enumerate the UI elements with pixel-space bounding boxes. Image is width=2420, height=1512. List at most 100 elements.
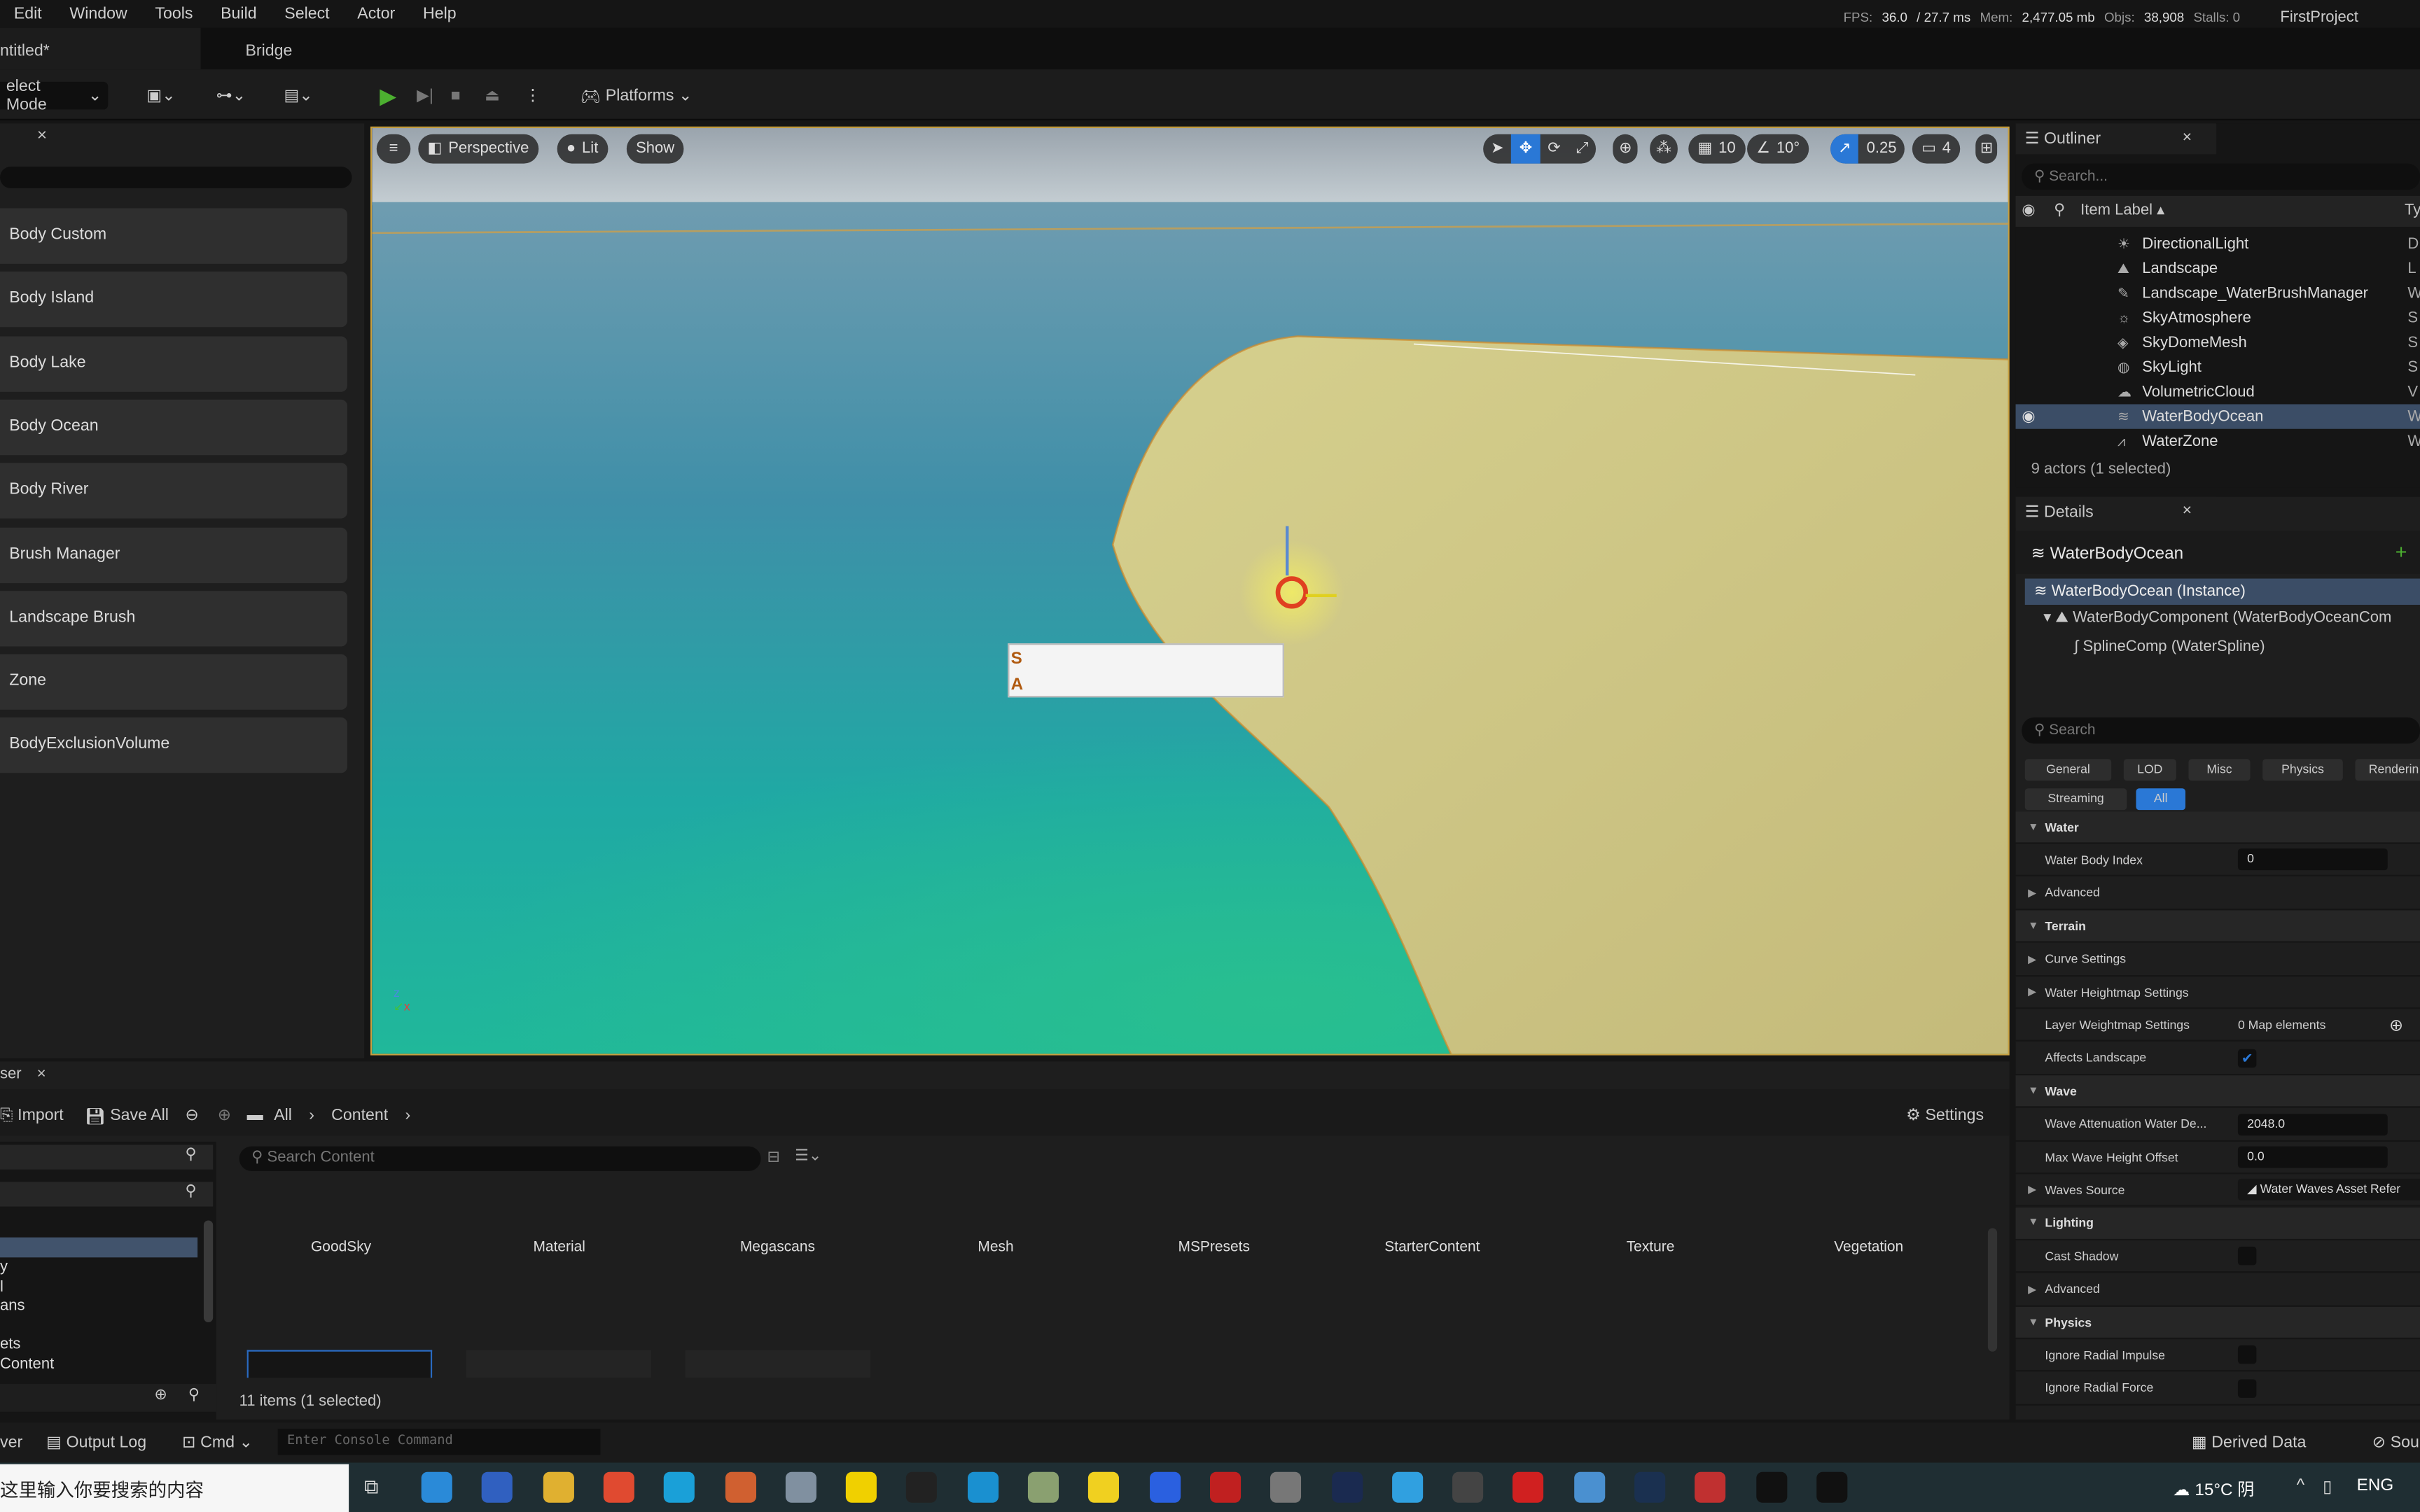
property-checkbox[interactable] (2237, 1379, 2257, 1398)
app-icon[interactable] (846, 1471, 877, 1503)
chrome-icon[interactable] (603, 1471, 634, 1503)
filter-icon[interactable]: ☰⌄ (795, 1148, 821, 1165)
property-row[interactable]: ▶ Curve Settings (2015, 944, 2420, 976)
play-button[interactable]: ▶ (380, 82, 396, 110)
app-icon[interactable] (1270, 1471, 1302, 1503)
asset-tile[interactable] (685, 1350, 871, 1378)
menu-build[interactable]: Build (207, 0, 270, 28)
outliner-row[interactable]: ✎ Landscape_WaterBrushManager W (2016, 281, 2420, 305)
app-icon[interactable] (1088, 1471, 1120, 1503)
asset-tile[interactable] (466, 1350, 652, 1378)
property-section[interactable]: ▼ Physics (2015, 1306, 2420, 1340)
word-icon[interactable] (1149, 1471, 1181, 1503)
folder-tile[interactable]: Mesh (888, 1239, 1104, 1256)
menu-select[interactable]: Select (270, 0, 343, 28)
rotate-icon[interactable]: ⟳ (1540, 141, 1569, 158)
select-icon[interactable]: ➤ (1483, 141, 1512, 158)
blueprint-button[interactable]: ⊶⌄ (216, 82, 246, 110)
folder-tile[interactable]: Texture (1543, 1239, 1759, 1256)
component-water-body[interactable]: ▾ ⛰ WaterBodyComponent (WaterBodyOceanCo… (2043, 610, 2391, 626)
triangle-down-icon[interactable]: ▼ (2028, 1317, 2038, 1327)
pin-icon[interactable]: ⚲ (2054, 202, 2065, 219)
level-viewport[interactable]: ≡ ◧ Perspective ● Lit Show ➤ ✥ ⟳ ⤢ ⊕ ⁂ ▦ 10 ∠ 1… (370, 126, 2010, 1056)
forward-button[interactable]: ⊕ (218, 1102, 231, 1130)
files-icon[interactable] (542, 1471, 574, 1503)
place-item[interactable]: Body Custom (0, 208, 347, 264)
folder-tile[interactable]: StarterContent (1324, 1239, 1541, 1256)
epic-games-icon[interactable] (1755, 1471, 1787, 1503)
weather[interactable]: ☁ 15°C 阴 (2173, 1476, 2254, 1501)
folder-tile[interactable]: MSPresets (1106, 1239, 1322, 1256)
property-checkbox[interactable] (2237, 1345, 2257, 1365)
step-button[interactable]: ▶| (417, 82, 433, 110)
place-item[interactable]: Body Lake (0, 335, 347, 391)
viewport-menu-button[interactable]: ≡ (376, 134, 411, 164)
content-drawer-button[interactable]: ver (0, 1429, 22, 1457)
outliner-row[interactable]: ☼ SkyAtmosphere S (2016, 305, 2420, 330)
details-tab[interactable]: ☰ Details × (2015, 496, 2217, 528)
cmd-button[interactable]: ⊡ Cmd ⌄ (182, 1429, 253, 1457)
app-icon[interactable] (664, 1471, 695, 1503)
language-indicator[interactable]: ENG (2357, 1476, 2394, 1494)
source-control-button[interactable]: ⊘ Sou (2372, 1429, 2419, 1457)
property-section[interactable]: ▼ Water (2015, 811, 2420, 844)
app-icon[interactable] (1573, 1471, 1605, 1503)
property-value-field[interactable]: 2048.0 (2237, 1113, 2388, 1135)
content-scrollbar[interactable] (1987, 1228, 1998, 1352)
perspective-button[interactable]: ◧ Perspective (418, 134, 538, 164)
outliner-row[interactable]: ☁ VolumetricCloud V (2016, 379, 2420, 404)
triangle-right-icon[interactable]: ▶ (2028, 953, 2036, 965)
outliner-row[interactable]: ⛰ Landscape L (2016, 256, 2420, 281)
edge-icon[interactable] (421, 1471, 452, 1503)
output-log-button[interactable]: ▤ Output Log (46, 1429, 146, 1457)
breadcrumb-all[interactable]: All (274, 1106, 292, 1124)
save-search-icon[interactable]: ⊟ (767, 1149, 779, 1166)
search-icon[interactable]: ⚲ (188, 1387, 200, 1404)
photoshop-icon[interactable] (1331, 1471, 1363, 1503)
property-checkbox[interactable]: ✔ (2237, 1049, 2257, 1068)
add-element-icon[interactable]: ⊕ (2389, 1015, 2403, 1035)
category-filter-lod[interactable]: LOD (2123, 759, 2176, 781)
menu-actor[interactable]: Actor (343, 0, 409, 28)
property-section[interactable]: ▼ Terrain (2015, 910, 2420, 944)
asset-tile-selected[interactable] (246, 1350, 433, 1378)
outliner-search-input[interactable]: ⚲ Search... (2022, 163, 2420, 190)
place-item[interactable]: Zone (0, 654, 347, 710)
app-icon[interactable] (1452, 1471, 1484, 1503)
content-browser-tab[interactable]: ser × (0, 1061, 62, 1090)
property-value-field[interactable]: 0.0 (2237, 1146, 2388, 1168)
tree-item[interactable]: ets (0, 1336, 54, 1356)
close-icon[interactable]: × (2183, 128, 2192, 146)
component-spline[interactable]: ∫ SplineComp (WaterSpline) (2074, 638, 2265, 655)
col-item-label[interactable]: Item Label ▴ (2080, 202, 2164, 219)
settings-button[interactable]: ⚙ Settings (1906, 1102, 1984, 1130)
eye-icon[interactable]: ◉ (2022, 408, 2035, 425)
col-type[interactable]: Ty (2405, 202, 2420, 219)
triangle-down-icon[interactable]: ▼ (2028, 822, 2038, 832)
category-filter-streaming[interactable]: Streaming (2024, 788, 2127, 811)
property-row[interactable]: ▶ Advanced (2015, 878, 2420, 910)
place-item[interactable]: Body Ocean (0, 399, 347, 455)
triangle-down-icon[interactable]: ▼ (2028, 1086, 2038, 1096)
tree-scrollbar[interactable] (203, 1220, 214, 1322)
triangle-right-icon[interactable]: ▶ (2028, 986, 2036, 998)
qq-icon[interactable] (906, 1471, 938, 1503)
property-checkbox[interactable] (2237, 1247, 2257, 1266)
app-icon[interactable] (1695, 1471, 1726, 1503)
cinematics-button[interactable]: ▤⌄ (284, 82, 313, 110)
camera-speed-button[interactable]: ▭ 4 (1912, 134, 1961, 164)
layout-button[interactable]: ⊞ (1975, 134, 1998, 164)
close-icon[interactable]: × (37, 127, 47, 145)
close-icon[interactable]: × (2183, 501, 2192, 519)
place-search-input[interactable] (0, 167, 352, 188)
app-icon[interactable] (1027, 1471, 1059, 1503)
steam-icon[interactable] (1634, 1471, 1666, 1503)
property-value-field[interactable]: 0 (2237, 849, 2388, 871)
tree-item[interactable]: y (0, 1259, 54, 1279)
path-search-input[interactable]: ⚲ (0, 1144, 214, 1170)
tree-item[interactable]: Content (0, 1355, 54, 1375)
category-filter-renderin[interactable]: Renderin (2355, 759, 2420, 781)
place-item[interactable]: Landscape Brush (0, 590, 347, 647)
details-search-input[interactable]: ⚲ Search (2022, 717, 2420, 744)
triangle-down-icon[interactable]: ▼ (2028, 1218, 2038, 1228)
